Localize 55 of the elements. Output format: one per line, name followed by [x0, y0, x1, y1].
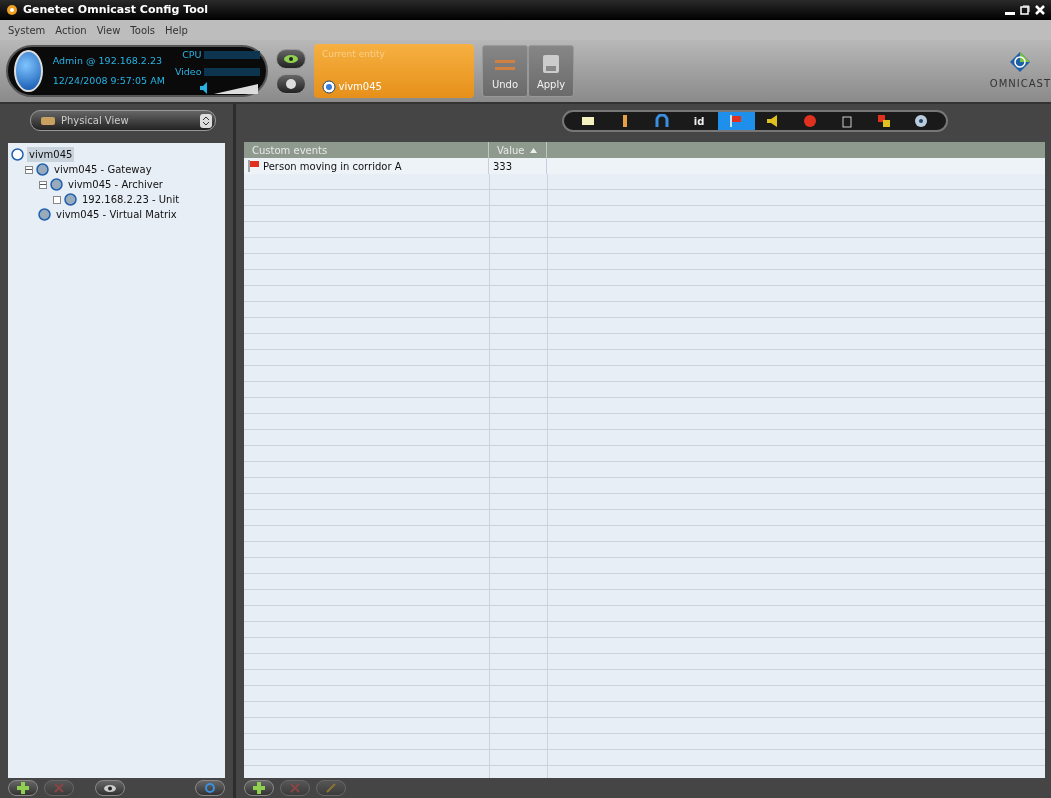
menu-item[interactable]: Tools	[130, 22, 155, 38]
filter-tab[interactable]	[717, 112, 755, 130]
logo-text: OMNICAST	[989, 76, 1051, 91]
save-icon	[543, 55, 559, 73]
flag-icon	[248, 160, 260, 172]
pencil-icon	[326, 783, 336, 793]
refresh-button[interactable]	[195, 780, 225, 796]
table-cell: Person moving in corridor A	[244, 158, 489, 174]
tree-item[interactable]: vivm045 - Gateway	[52, 162, 154, 177]
plus-icon	[17, 782, 29, 794]
add-button[interactable]	[244, 780, 274, 796]
add-button[interactable]	[8, 780, 38, 796]
menu-item[interactable]: System	[8, 22, 46, 38]
magnet-icon	[655, 114, 669, 128]
tree-item[interactable]: vivm045 - Archiver	[66, 177, 165, 192]
expander-icon[interactable]	[39, 180, 47, 189]
menu-item[interactable]: View	[96, 22, 121, 38]
delete-icon	[54, 783, 64, 793]
window-title: Genetec Omnicast Config Tool	[23, 1, 209, 18]
cpu-meter	[204, 51, 260, 60]
expander-icon[interactable]	[25, 165, 33, 174]
entity-name: vivm045	[338, 80, 382, 94]
panel-label: Current entity	[322, 48, 386, 61]
video-meter	[204, 68, 260, 77]
volume-icon[interactable]	[200, 81, 260, 94]
record-icon	[803, 114, 817, 128]
filter-tab[interactable]: id	[680, 112, 718, 130]
table-cell: 333	[489, 158, 547, 174]
close-icon[interactable]	[1035, 5, 1045, 15]
globe-button[interactable]	[276, 73, 306, 94]
app-icon	[6, 4, 18, 16]
card-icon	[581, 114, 595, 128]
eye-icon	[104, 784, 116, 792]
eye-button[interactable]	[276, 48, 306, 69]
tree-item[interactable]: 192.168.2.23 - Unit	[80, 192, 182, 207]
cpu-label: CPU	[182, 48, 202, 63]
menu-item[interactable]: Help	[165, 22, 188, 38]
view-dropdown[interactable]: Physical View	[30, 110, 216, 131]
restore-icon[interactable]	[1020, 5, 1030, 15]
plus-icon	[253, 782, 265, 794]
megaphone-icon	[766, 114, 780, 128]
eye-icon	[284, 54, 298, 63]
tree-item[interactable]: vivm045 - Virtual Matrix	[54, 207, 179, 222]
expander-icon[interactable]	[53, 195, 61, 204]
flag-icon	[729, 114, 743, 128]
user-label: Admin @ 192.168.2.23	[52, 54, 164, 69]
dropdown-arrows-icon	[200, 113, 212, 128]
video-label: Video	[174, 65, 202, 79]
menu-item[interactable]: Action	[55, 22, 87, 38]
logo-icon	[1009, 51, 1032, 74]
squares-icon	[877, 114, 891, 128]
tree-item[interactable]: vivm045	[27, 147, 75, 162]
delete-icon	[290, 783, 300, 793]
eye-button[interactable]	[95, 780, 125, 796]
date-time: 12/24/2008 9:57:05 AM	[52, 73, 165, 88]
